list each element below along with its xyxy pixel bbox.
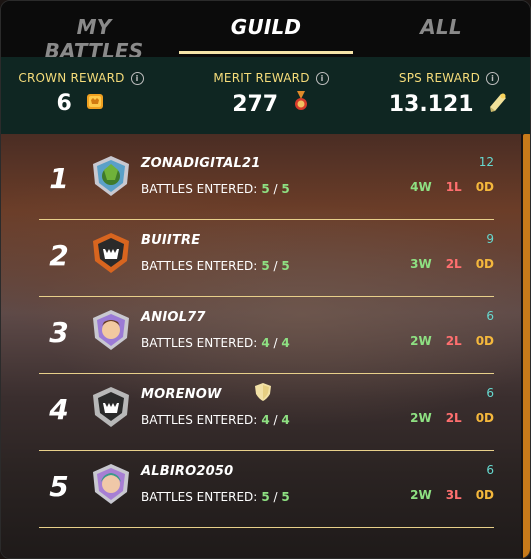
battles-entered: BATTLES ENTERED: 5 / 5 <box>141 490 290 504</box>
active-tab-indicator <box>179 51 353 54</box>
player-name[interactable]: MORENOW <box>141 387 222 402</box>
win-loss-draw: 3W 2L 0D <box>410 257 494 271</box>
tab-all[interactable]: ALL <box>401 15 481 45</box>
win-loss-draw: 2W 2L 0D <box>410 411 494 425</box>
rank-number: 4 <box>49 393 69 426</box>
merit-reward-label: MERIT REWARD <box>213 71 310 85</box>
total-score: 6 <box>486 463 494 477</box>
row-divider <box>39 527 494 528</box>
crown-reward-value: 6 <box>56 91 72 116</box>
scrollbar-thumb[interactable] <box>523 134 530 558</box>
rank-number: 3 <box>49 316 69 349</box>
total-score: 9 <box>486 232 494 246</box>
info-icon[interactable]: i <box>315 72 329 85</box>
total-score: 12 <box>478 155 494 169</box>
win-loss-draw: 4W 1L 0D <box>410 180 494 194</box>
merit-reward-value: 277 <box>232 92 279 117</box>
scrollbar[interactable] <box>521 134 530 558</box>
player-name[interactable]: ALBIRO2050 <box>141 464 233 479</box>
battles-entered: BATTLES ENTERED: 5 / 5 <box>141 259 290 273</box>
sps-scroll-icon <box>487 91 509 119</box>
info-icon[interactable]: i <box>486 72 500 85</box>
list-item[interactable]: 4 MORENOW BATTLES ENTERED: 4 / 4 6 2W 2L 0D <box>39 375 494 451</box>
total-score: 6 <box>486 386 494 400</box>
list-item[interactable]: 1 ZONADIGITAL21 BATTLES ENTERED: 5 / 5 12… <box>39 144 494 220</box>
player-name[interactable]: ANIOL77 <box>141 310 206 325</box>
row-divider <box>39 450 494 451</box>
rank-number: 1 <box>49 162 69 195</box>
tab-guild[interactable]: GUILD <box>179 15 353 45</box>
guild-ranking-list: 1 ZONADIGITAL21 BATTLES ENTERED: 5 / 5 12… <box>1 134 530 558</box>
avatar <box>89 308 133 352</box>
avatar <box>89 462 133 506</box>
sps-reward-value: 13.121 <box>388 92 474 117</box>
rewards-bar: CROWN REWARD i 6 MERIT REWARD i 277 SPS … <box>1 57 530 135</box>
win-loss-draw: 2W 3L 0D <box>410 488 494 502</box>
merit-medal-icon <box>292 91 310 119</box>
info-icon[interactable]: i <box>130 72 144 85</box>
row-divider <box>39 296 494 297</box>
list-item[interactable]: 5 ALBIRO2050 BATTLES ENTERED: 5 / 5 6 2W 3… <box>39 452 494 528</box>
shield-icon <box>255 383 271 401</box>
battles-entered: BATTLES ENTERED: 4 / 4 <box>141 413 290 427</box>
player-name[interactable]: ZONADIGITAL21 <box>141 156 260 171</box>
row-divider <box>39 219 494 220</box>
battles-entered: BATTLES ENTERED: 5 / 5 <box>141 182 290 196</box>
avatar <box>89 154 133 198</box>
list-item[interactable]: 3 ANIOL77 BATTLES ENTERED: 4 / 4 6 2W 2L 0D <box>39 298 494 374</box>
total-score: 6 <box>486 309 494 323</box>
tab-my-battles[interactable]: MY BATTLES <box>29 15 159 63</box>
battles-entered: BATTLES ENTERED: 4 / 4 <box>141 336 290 350</box>
tab-bar: MY BATTLES GUILD ALL <box>1 1 530 63</box>
player-name[interactable]: BUIITRE <box>141 233 200 248</box>
win-loss-draw: 2W 2L 0D <box>410 334 494 348</box>
crown-reward-icon <box>85 91 105 117</box>
crown-reward-label: CROWN REWARD <box>18 71 125 85</box>
list-item[interactable]: 2 BUIITRE BATTLES ENTERED: 5 / 5 9 3W 2L 0D <box>39 221 494 297</box>
sps-reward-label: SPS REWARD <box>398 71 481 85</box>
avatar <box>89 385 133 429</box>
crown-reward: CROWN REWARD i 6 <box>1 57 161 134</box>
rank-number: 2 <box>49 239 69 272</box>
avatar <box>89 231 133 275</box>
sps-reward: SPS REWARD i 13.121 <box>366 57 530 134</box>
rank-number: 5 <box>49 470 69 503</box>
row-divider <box>39 373 494 374</box>
merit-reward: MERIT REWARD i 277 <box>181 57 361 134</box>
guild-battles-panel: MY BATTLES GUILD ALL CROWN REWARD i 6 MER… <box>0 0 531 559</box>
